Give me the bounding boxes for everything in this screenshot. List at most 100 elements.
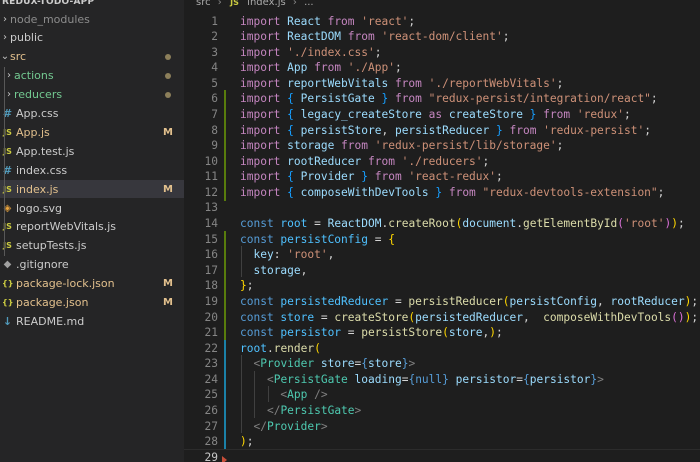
code-token: = — [516, 372, 523, 386]
file-item[interactable]: # App.css — [0, 105, 184, 123]
code-line[interactable]: 10 import rootReducer from './reducers'; — [184, 152, 700, 170]
folder-item[interactable]: › actions — [0, 67, 184, 85]
code-token: reportWebVitals — [287, 76, 395, 90]
code-token: persistedReducer — [415, 310, 523, 324]
code-token: persistor — [280, 326, 348, 340]
code-line[interactable]: 7 import { legacy_createStore as createSt… — [184, 105, 700, 123]
code-line[interactable]: 12 import { composeWithDevTools } from "r… — [184, 183, 700, 201]
file-item[interactable]: JS App.test.js — [0, 142, 184, 160]
code-line[interactable]: 26 </PersistGate> — [184, 402, 700, 419]
file-item[interactable]: JS reportWebVitals.js — [0, 218, 184, 236]
code-line[interactable]: 2 import ReactDOM from 'react-dom/client'… — [184, 28, 700, 45]
code-line[interactable]: 11 import { Provider } from 'react-redux'… — [184, 168, 700, 186]
breadcrumb-folder[interactable]: src — [196, 0, 211, 8]
code-line[interactable]: 6 import { PersistGate } from "redux-pers… — [184, 90, 700, 108]
code-token: composeWithDevTools — [300, 185, 436, 199]
code-token: , — [300, 263, 308, 277]
code-token: </ — [253, 419, 267, 433]
git-added-marker[interactable] — [224, 230, 226, 248]
folder-item[interactable]: › public — [0, 29, 184, 47]
file-item[interactable]: ◈ logo.svg — [0, 199, 184, 217]
code-token: persistReducer — [394, 123, 496, 137]
code-token: , — [327, 248, 335, 262]
code-line[interactable]: 5 import reportWebVitals from './reportWe… — [184, 75, 700, 92]
code-line[interactable]: 20 const store = createStore(persistedRed… — [184, 308, 700, 326]
git-deleted-marker[interactable] — [222, 456, 227, 462]
code-line[interactable]: 25 <App /> — [184, 386, 700, 404]
git-added-marker[interactable] — [224, 137, 226, 155]
git-added-marker[interactable] — [224, 261, 226, 279]
file-item[interactable]: JS App.js M — [0, 123, 184, 141]
git-added-marker[interactable] — [224, 246, 226, 264]
code-line[interactable]: 27 </Provider> — [184, 417, 700, 435]
file-item[interactable]: {} package.json M — [0, 294, 184, 312]
git-added-marker[interactable] — [224, 308, 226, 326]
code-token: ( — [442, 326, 449, 340]
file-item[interactable]: JS setupTests.js — [0, 237, 184, 255]
git-added-marker[interactable] — [224, 152, 226, 170]
file-item[interactable]: {} package-lock.json M — [0, 275, 184, 293]
git-modified-marker[interactable] — [224, 370, 226, 388]
code-line[interactable]: 1 import React from 'react'; — [184, 13, 700, 30]
file-item[interactable]: JS index.js M — [0, 180, 184, 199]
folder-item[interactable]: ⌄ src — [0, 48, 184, 66]
code-line[interactable]: 19 const persistedReducer = persistReduce… — [184, 292, 700, 310]
code-line[interactable]: 18}; — [184, 277, 700, 295]
code-token: } — [435, 185, 449, 199]
git-added-marker[interactable] — [224, 324, 226, 342]
code-line[interactable]: 13 — [184, 199, 700, 216]
line-number: 2 — [211, 30, 218, 44]
code-line[interactable]: 9 import storage from 'redux-persist/lib/… — [184, 137, 700, 155]
code-line[interactable]: 22 root.render( — [184, 339, 700, 357]
code-token: from — [374, 170, 409, 184]
code-line[interactable]: 28); — [184, 433, 700, 451]
git-added-marker[interactable] — [224, 90, 226, 108]
git-modified-marker[interactable] — [224, 433, 226, 451]
git-added-marker[interactable] — [224, 292, 226, 310]
tree-item-label: actions — [14, 69, 54, 83]
code-token: ; — [624, 107, 631, 121]
code-token: ReactDOM — [327, 217, 382, 231]
code-line[interactable]: 21 const persistor = persistStore(store,)… — [184, 324, 700, 342]
git-modified-marker[interactable] — [224, 402, 226, 419]
code-text: import ReactDOM from 'react-dom/client'; — [240, 30, 509, 43]
code-token: persistStore — [300, 123, 382, 137]
code-line[interactable]: 23 <Provider store={store}> — [184, 355, 700, 373]
code-token: PersistGate — [273, 372, 355, 386]
code-token: from — [347, 30, 382, 44]
code-text: import rootReducer from './reducers'; — [240, 155, 489, 168]
code-line[interactable]: 24 <PersistGate loading ={null} persistor… — [184, 370, 700, 388]
git-added-marker[interactable] — [224, 277, 226, 295]
code-token: ; — [246, 279, 254, 293]
file-item[interactable]: ↓ README.md — [0, 312, 184, 330]
git-modified-marker[interactable] — [224, 386, 226, 404]
git-added-marker[interactable] — [224, 121, 226, 139]
code-line[interactable]: 16 key: 'root', — [184, 246, 700, 264]
git-modified-marker[interactable] — [224, 355, 226, 373]
git-added-marker[interactable] — [224, 183, 226, 201]
code-token: { — [287, 170, 301, 184]
code-token: store — [320, 357, 355, 371]
file-item[interactable]: # index.css — [0, 161, 184, 179]
code-line[interactable]: 29 — [184, 448, 700, 462]
chevron-right-icon: › — [3, 13, 7, 25]
git-modified-marker[interactable] — [224, 417, 226, 435]
folder-item[interactable]: › node_modules — [0, 10, 184, 28]
breadcrumb-symbol[interactable]: ... — [304, 0, 314, 8]
code-line[interactable]: 15 const persistConfig = { — [184, 230, 700, 248]
code-token: } — [240, 279, 247, 293]
tree-item-label: logo.svg — [16, 201, 63, 215]
git-modified-marker[interactable] — [224, 339, 226, 357]
git-added-marker[interactable] — [224, 105, 226, 123]
code-editor[interactable]: src › JS index.js › ... 1 import React fr… — [184, 0, 700, 462]
folder-item[interactable]: › reducers — [0, 86, 184, 104]
code-line[interactable]: 4 import App from './App'; — [184, 59, 700, 76]
code-line[interactable]: 14 const root = ReactDOM.createRoot(docum… — [184, 215, 700, 232]
code-line[interactable]: 3 import './index.css'; — [184, 44, 700, 61]
git-added-marker[interactable] — [224, 168, 226, 186]
breadcrumb-file[interactable]: index.js — [247, 0, 286, 8]
code-line[interactable]: 8 import { persistStore, persistReducer }… — [184, 121, 700, 139]
file-item[interactable]: ◆ .gitignore — [0, 256, 184, 274]
code-token: = — [347, 326, 362, 340]
code-line[interactable]: 17 storage, — [184, 261, 700, 279]
